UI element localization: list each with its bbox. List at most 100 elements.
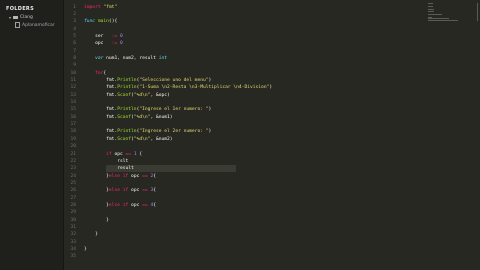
code-token: "%d\n" <box>133 92 151 98</box>
line-number: 3 <box>73 19 76 25</box>
code-line[interactable]: 15 fmt.Println("Ingrese el 1er numero: "… <box>64 106 480 113</box>
file-item[interactable]: Aplanamoficar <box>15 22 55 28</box>
code-line[interactable]: 30 } <box>64 217 480 224</box>
code-token: for <box>84 70 104 76</box>
code-token: opc <box>131 188 143 194</box>
disclosure-triangle-icon[interactable]: ▾ <box>9 15 11 20</box>
line-number: 23 <box>70 166 76 172</box>
code-line[interactable]: 13 fmt.Scanf("%d\n", &opc) <box>64 92 480 99</box>
code-token: Println <box>117 129 137 135</box>
code-token: else if <box>108 188 132 194</box>
code-line[interactable]: 19 fmt.Scanf("%d\n", &num2) <box>64 136 480 143</box>
code-editor[interactable]: 1 import "fmt" 2 3 func main(){4 5 ser := 06 … <box>64 0 480 270</box>
code-line[interactable]: 5 ser := 0 <box>64 33 480 40</box>
line-number: 15 <box>70 107 76 113</box>
code-line[interactable]: 10 for{ <box>64 70 480 77</box>
line-number: 6 <box>73 41 76 47</box>
minimap-viewport-indicator[interactable] <box>476 3 478 21</box>
code-token: "Seleccione uno del menu" <box>139 78 209 83</box>
code-token: fmt. <box>84 129 118 135</box>
minimap[interactable] <box>422 0 480 270</box>
code-token: , &num1) <box>150 114 173 120</box>
code-token: fmt. <box>84 107 118 113</box>
code-token: 0 <box>119 41 123 47</box>
line-number: 16 <box>70 114 76 120</box>
code-token: { <box>153 188 156 194</box>
code-token: fmt. <box>84 136 118 142</box>
code-line[interactable]: 24 }else if opc == 2{ <box>64 173 480 180</box>
code-token: Println <box>117 107 137 113</box>
minimap-line <box>428 19 458 21</box>
line-code: var num1, num2, result int <box>84 55 167 62</box>
code-token: fmt. <box>84 85 118 91</box>
line-number: 22 <box>70 158 76 164</box>
code-token: fmt. <box>84 92 118 98</box>
line-code: fmt.Scanf("%d\n", &num2) <box>84 136 172 143</box>
code-line[interactable]: 2 <box>64 11 480 18</box>
code-token: opc <box>114 151 126 157</box>
line-number: 31 <box>70 225 76 230</box>
code-token: { <box>153 202 156 208</box>
line-number: 20 <box>70 144 76 150</box>
line-number: 7 <box>73 48 76 54</box>
code-line[interactable]: 27 <box>64 195 480 202</box>
code-token: } <box>84 217 109 223</box>
code-token: "%d\n" <box>133 114 151 120</box>
code-line[interactable]: 32 } <box>64 231 480 238</box>
code-line[interactable]: 11 fmt.Println("Seleccione uno del menu"… <box>64 77 480 84</box>
folder-label: Clang <box>20 15 33 20</box>
line-code: } <box>84 246 87 253</box>
code-line[interactable]: 7 <box>64 48 480 55</box>
minimap-line <box>428 13 442 15</box>
code-line[interactable]: 26 }else if opc == 3{ <box>64 187 480 194</box>
minimap-line <box>428 3 434 4</box>
code-line[interactable]: 35 <box>64 253 480 260</box>
code-line[interactable]: 16 fmt.Scanf("%d\n", &num1) <box>64 114 480 121</box>
code-token: ) <box>208 129 212 135</box>
code-line[interactable]: 14 <box>64 99 480 106</box>
code-line[interactable]: 33 <box>64 239 480 246</box>
code-token: Println <box>117 85 137 91</box>
code-line[interactable]: 4 <box>64 26 480 33</box>
line-code: result <box>84 164 236 173</box>
code-line[interactable]: 17 <box>64 121 480 128</box>
code-line[interactable]: 3 func main(){ <box>64 18 480 25</box>
code-line[interactable]: 20 <box>64 143 480 150</box>
code-token: { <box>103 70 107 76</box>
code-token: else if <box>108 173 132 179</box>
line-code: import "fmt" <box>84 4 117 11</box>
code-line[interactable]: 21 if opc == 1 { <box>64 151 480 158</box>
line-number: 24 <box>70 173 76 179</box>
code-token: ) <box>208 78 212 83</box>
code-token: } <box>84 202 109 208</box>
code-line[interactable]: 6 opc := 0 <box>64 40 480 47</box>
code-token: := <box>111 41 120 47</box>
line-number: 9 <box>73 63 76 69</box>
code-line[interactable]: 9 <box>64 62 480 69</box>
code-line[interactable]: 31 <box>64 224 480 231</box>
code-line[interactable]: 34} <box>64 246 480 253</box>
code-line[interactable]: 25 <box>64 180 480 187</box>
code-line[interactable]: 23 result <box>64 164 480 173</box>
code-line[interactable]: 12 fmt.Println("1-Suma \n2-Resta \n3-Mul… <box>64 84 480 91</box>
code-token: opc <box>131 173 143 179</box>
code-token: := <box>111 33 120 39</box>
code-line[interactable]: 18 fmt.Println("Ingrese el 2er numero: "… <box>64 128 480 135</box>
line-code: opc := 0 <box>84 40 123 47</box>
folder-item-clang[interactable]: ▾ Clang <box>9 15 33 20</box>
code-token: result <box>84 166 134 172</box>
code-line[interactable]: 28 }else if opc == 4{ <box>64 202 480 209</box>
code-token: } <box>84 232 98 238</box>
code-token: Scanf <box>117 136 132 142</box>
line-number: 1 <box>73 4 76 10</box>
code-token: 0 <box>119 33 123 39</box>
code-token: opc <box>84 41 112 47</box>
code-line[interactable]: 29 <box>64 209 480 216</box>
code-line[interactable]: 22 rslt <box>64 158 480 165</box>
code-line[interactable]: 8 var num1, num2, result int <box>64 55 480 62</box>
line-number: 28 <box>70 202 76 208</box>
line-code: func main(){ <box>84 18 117 25</box>
line-number: 34 <box>70 247 76 253</box>
line-number: 30 <box>70 217 76 223</box>
code-line[interactable]: 1 import "fmt" <box>64 4 480 11</box>
